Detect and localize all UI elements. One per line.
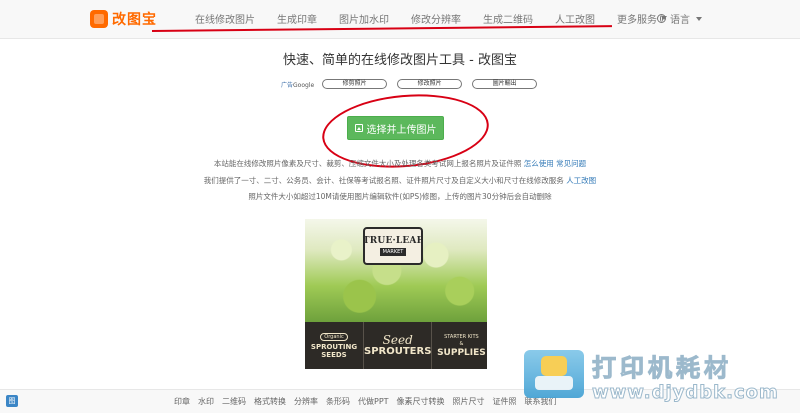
info-line-3: 照片文件大小如超过10M请使用图片编辑软件(如PS)修图，上传的图片30分钟后会… (248, 192, 552, 201)
ad-label-text: 广告 (281, 81, 294, 89)
ad-link-bar: 广告Google 修剪照片 修改照片 圖片輸出 (281, 79, 547, 89)
picture-icon (354, 124, 363, 132)
ad-col-sprouting-seeds: Organic SPROUTING SEEDS (305, 322, 363, 369)
upload-image-button[interactable]: 选择并上传图片 (347, 116, 444, 140)
ad-pill-image-output[interactable]: 圖片輸出 (472, 79, 538, 89)
ad-col3-title: SUPPLIES (437, 347, 486, 358)
main-nav: 在线修改图片 生成印章 图片加水印 修改分辨率 生成二维码 人工改图 更多服务 (195, 11, 689, 26)
ad-col3-and: & (459, 340, 464, 347)
brand-logo-icon (90, 10, 108, 28)
faq-link[interactable]: 常见问题 (556, 159, 586, 168)
nav-item-watermark[interactable]: 图片加水印 (339, 11, 389, 26)
footer-link-barcode[interactable]: 条形码 (326, 396, 350, 407)
nav-item-manual-edit[interactable]: 人工改图 (555, 11, 595, 26)
ad-col1-line1: SPROUTING (310, 342, 358, 351)
advertisement-image[interactable]: TRUE·LEAF MARKET Organic SPROUTING SEEDS… (305, 219, 487, 369)
ad-col3-small: STARTER KITS (444, 333, 479, 340)
info-line-2: 我们提供了一寸、二寸、公务员、会计、社保等考试报名照、证件照片尺寸及自定义大小和… (0, 175, 800, 186)
footer-link-stamp[interactable]: 印章 (174, 396, 190, 407)
how-to-use-link[interactable]: 怎么使用 (524, 159, 554, 168)
logo-line-1: TRUE·LEAF (362, 236, 424, 246)
logo-line-2: MARKET (379, 248, 407, 256)
footer-link-ppt[interactable]: 代做PPT (358, 396, 389, 407)
upload-button-label: 选择并上传图片 (366, 124, 437, 136)
ad-col2-title: SPROUTERS (364, 346, 432, 357)
nav-item-stamp[interactable]: 生成印章 (277, 11, 317, 26)
nav-item-edit-image[interactable]: 在线修改图片 (195, 11, 255, 26)
footer-link-watermark[interactable]: 水印 (198, 396, 214, 407)
ad-col-seed-sprouters: Seed SPROUTERS (363, 322, 433, 369)
ad-label: 广告Google (281, 80, 314, 89)
more-services-label: 更多服务 (617, 15, 657, 26)
footer-link-qrcode[interactable]: 二维码 (222, 396, 246, 407)
info-text-2: 我们提供了一寸、二寸、公务员、会计、社保等考试报名照、证件照片尺寸及自定义大小和… (203, 176, 564, 185)
language-dropdown[interactable]: 语言 (657, 11, 702, 26)
globe-icon (657, 14, 666, 23)
footer-app-icon[interactable]: 图 (6, 395, 18, 407)
nav-item-qrcode[interactable]: 生成二维码 (483, 11, 533, 26)
ad-col-starter-kits: STARTER KITS & SUPPLIES (432, 322, 487, 369)
ad-bottom-panel: Organic SPROUTING SEEDS Seed SPROUTERS S… (305, 322, 487, 369)
ad-pill-edit-photo[interactable]: 修改照片 (397, 79, 463, 89)
language-label: 语言 (670, 15, 690, 26)
watermark-text: 打印机耗材 (592, 354, 732, 383)
nav-item-resolution[interactable]: 修改分辨率 (411, 11, 461, 26)
watermark-logo (524, 350, 584, 398)
footer-link-photo-size[interactable]: 照片尺寸 (453, 396, 485, 407)
ad-col1-line2: SEEDS (321, 350, 347, 359)
info-text-1: 本站能在线修改照片像素及尺寸、裁剪、压缩文件大小及处理各类考试网上报名照片及证件… (213, 159, 522, 168)
top-navbar: 改图宝 在线修改图片 生成印章 图片加水印 修改分辨率 生成二维码 人工改图 更… (0, 0, 800, 39)
ad-label-google: Google (293, 81, 315, 89)
footer-links: 印章 水印 二维码 格式转换 分辨率 条形码 代做PPT 像素尺寸转换 照片尺寸… (174, 396, 565, 407)
watermark-url: www.djydbk.com (592, 382, 779, 404)
footer-link-pixel[interactable]: 像素尺寸转换 (397, 396, 445, 407)
manual-edit-link[interactable]: 人工改图 (566, 176, 596, 185)
footer-link-format[interactable]: 格式转换 (254, 396, 286, 407)
ad-col2-script: Seed (382, 333, 413, 347)
ad-pill-crop-photo[interactable]: 修剪照片 (322, 79, 388, 89)
caret-down-icon (696, 16, 702, 21)
brand-name: 改图宝 (112, 12, 157, 28)
true-leaf-market-logo: TRUE·LEAF MARKET (363, 227, 423, 265)
footer-link-id-photo[interactable]: 证件照 (493, 396, 517, 407)
organic-badge: Organic (320, 332, 348, 341)
info-line-1: 本站能在线修改照片像素及尺寸、裁剪、压缩文件大小及处理各类考试网上报名照片及证件… (0, 158, 800, 169)
brand[interactable]: 改图宝 (90, 8, 157, 30)
footer-link-resolution[interactable]: 分辨率 (294, 396, 318, 407)
page-title: 快速、简单的在线修改图片工具 - 改图宝 (283, 53, 517, 68)
